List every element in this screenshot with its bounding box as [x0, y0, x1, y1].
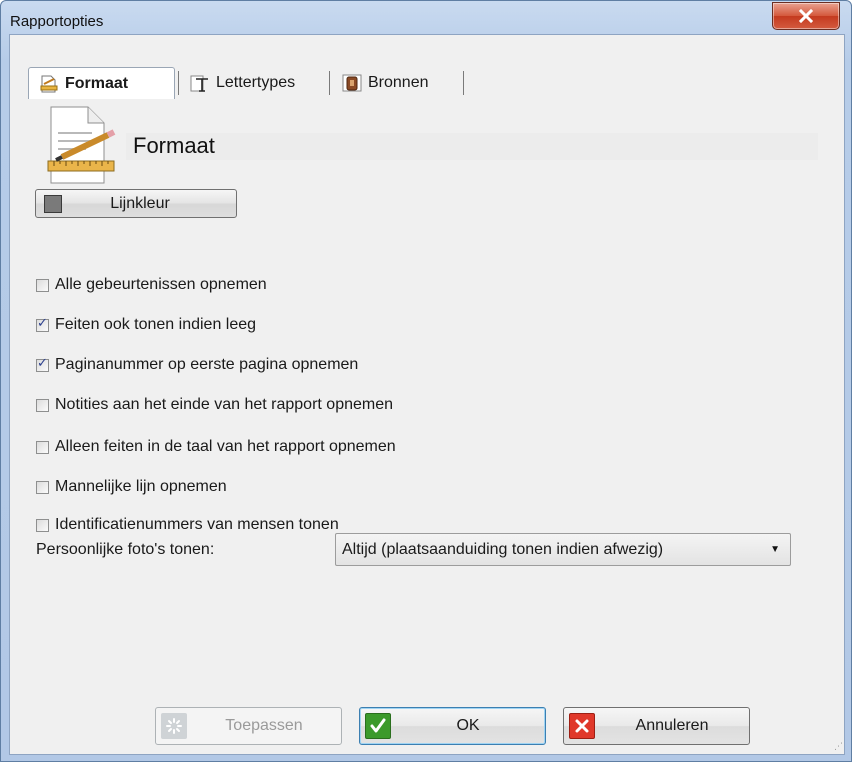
apply-button[interactable]: Toepassen [155, 707, 342, 745]
section-header-band [126, 133, 818, 160]
sources-icon [342, 74, 362, 91]
checkmark-icon [365, 713, 391, 739]
option-page-number-first-page[interactable]: Paginanummer op eerste pagina opnemen [36, 355, 358, 375]
cancel-button-label: Annuleren [635, 717, 709, 734]
checkbox-checked[interactable] [36, 316, 49, 332]
option-label: Alleen feiten in de taal van het rapport… [55, 438, 396, 455]
option-label: Alle gebeurtenissen opnemen [55, 276, 267, 293]
chevron-down-icon: ▼ [770, 544, 780, 555]
line-color-button-label: Lijnkleur [110, 194, 170, 212]
dialog-body: Formaat Lettertypes Bronnen Formaat Lijn… [9, 34, 845, 755]
report-options-window: Rapportopties Formaat Lettertypes Bronne… [0, 0, 852, 762]
section-header-icon-wrap [46, 105, 116, 190]
ok-button[interactable]: OK [359, 707, 546, 745]
option-label: Feiten ook tonen indien leeg [55, 316, 257, 333]
close-button[interactable] [772, 2, 840, 30]
tab-divider [178, 71, 179, 95]
personal-photos-label: Persoonlijke foto's tonen: [36, 541, 215, 558]
cancel-x-icon [569, 713, 595, 739]
option-person-ids[interactable]: Identificatienummers van mensen tonen [36, 515, 339, 535]
option-label: Paginanummer op eerste pagina opnemen [55, 356, 359, 373]
tab-formaat[interactable]: Formaat [28, 67, 175, 99]
line-color-button[interactable]: Lijnkleur [35, 189, 237, 218]
checkbox[interactable] [36, 278, 49, 292]
checkbox[interactable] [36, 480, 49, 494]
option-male-line[interactable]: Mannelijke lijn opnemen [36, 477, 227, 497]
tab-formaat-label: Formaat [65, 74, 129, 92]
option-show-empty-facts[interactable]: Feiten ook tonen indien leeg [36, 315, 256, 335]
window-title: Rapportopties [10, 13, 104, 30]
tab-divider [329, 71, 330, 95]
cancel-button[interactable]: Annuleren [563, 707, 750, 745]
option-label: Mannelijke lijn opnemen [55, 478, 227, 495]
section-title: Formaat [133, 133, 215, 158]
format-icon [40, 75, 58, 92]
line-color-swatch [44, 194, 62, 213]
apply-button-label: Toepassen [225, 717, 303, 734]
tab-lettertypes[interactable]: Lettertypes [180, 67, 328, 98]
tab-bronnen-label: Bronnen [368, 73, 429, 91]
personal-photos-value: Altijd (plaatsaanduiding tonen indien af… [342, 540, 664, 558]
close-icon [799, 9, 813, 23]
personal-photos-select[interactable]: Altijd (plaatsaanduiding tonen indien af… [335, 533, 791, 566]
option-label: Notities aan het einde van het rapport o… [55, 396, 394, 413]
tab-divider [463, 71, 464, 95]
option-label: Identificatienummers van mensen tonen [55, 516, 339, 533]
tab-bronnen[interactable]: Bronnen [332, 67, 462, 98]
ok-button-label: OK [456, 717, 480, 734]
option-notes-at-end[interactable]: Notities aan het einde van het rapport o… [36, 395, 393, 415]
apply-icon [161, 713, 187, 739]
document-pencil-icon [47, 106, 116, 184]
checkbox[interactable] [36, 440, 49, 454]
option-facts-in-report-language[interactable]: Alleen feiten in de taal van het rapport… [36, 437, 396, 457]
font-icon [190, 75, 208, 92]
tab-lettertypes-label: Lettertypes [216, 73, 296, 91]
checkbox[interactable] [36, 398, 49, 412]
resize-grip-icon[interactable]: ⋰ [834, 741, 843, 752]
option-all-events[interactable]: Alle gebeurtenissen opnemen [36, 275, 267, 295]
checkbox[interactable] [36, 518, 49, 532]
checkbox-checked[interactable] [36, 356, 49, 372]
title-bar[interactable]: Rapportopties [1, 1, 851, 35]
